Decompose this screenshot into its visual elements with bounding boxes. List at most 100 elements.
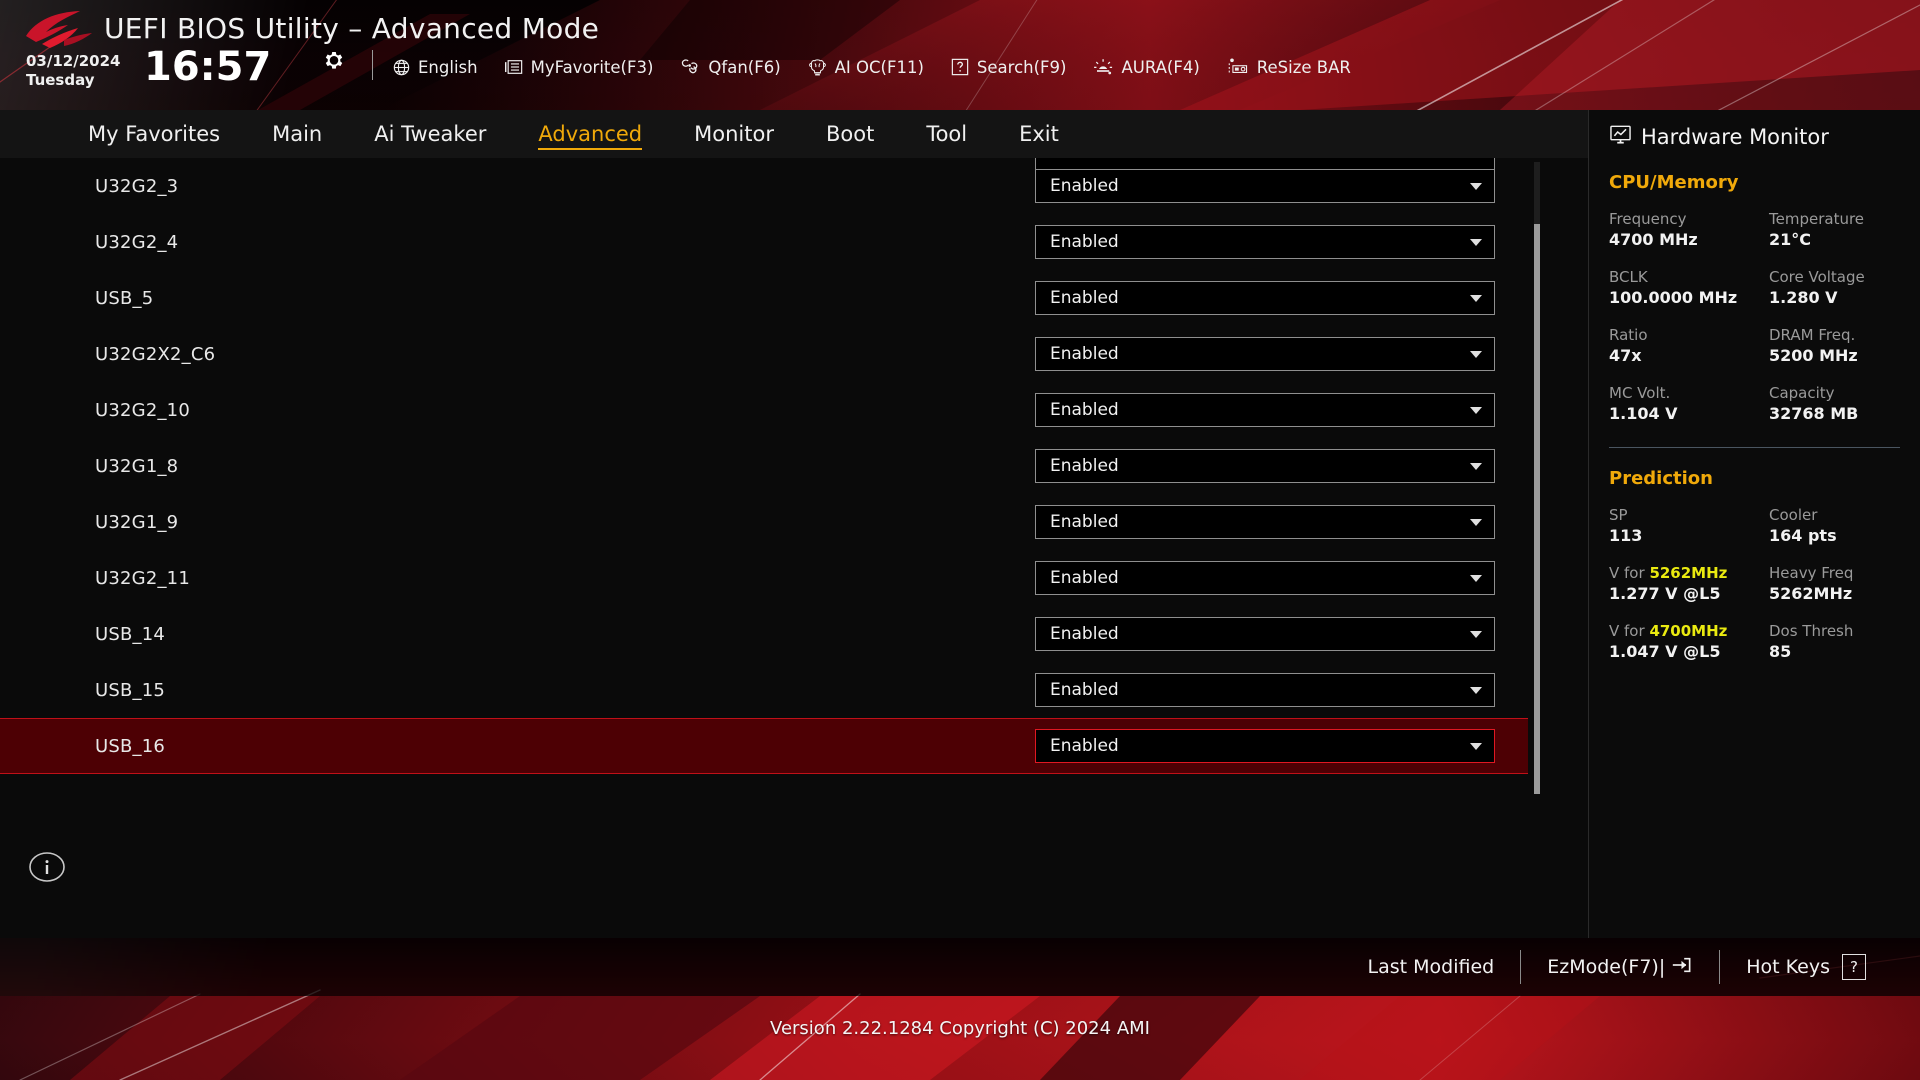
hwm-readout: Cooler 164 pts xyxy=(1769,505,1900,547)
hwm-readout: BCLK 100.0000 MHz xyxy=(1609,267,1769,309)
table-row[interactable]: USB_5 Enabled xyxy=(0,270,1528,326)
question-key-icon: ? xyxy=(1842,954,1866,980)
bios-version: Version 2.22.1284 Copyright (C) 2024 AMI xyxy=(770,1018,1150,1039)
chevron-down-icon[interactable] xyxy=(1470,630,1482,638)
hwm-readout-value: 47x xyxy=(1609,346,1642,365)
qfan-label: Qfan(F6) xyxy=(708,57,781,77)
chevron-down-icon[interactable] xyxy=(1470,350,1482,358)
hwm-readout-label: MC Volt. xyxy=(1609,384,1671,402)
tab-boot[interactable]: Boot xyxy=(800,110,900,158)
ai-oc-button[interactable]: AI OC(F11) xyxy=(807,58,924,77)
header-banner: UEFI BIOS Utility – Advanced Mode 03/12/… xyxy=(0,0,1920,110)
content-scrollbar[interactable] xyxy=(1534,162,1540,794)
header-divider xyxy=(372,50,373,80)
section-divider xyxy=(1609,447,1900,448)
hwm-readout-label: Heavy Freq xyxy=(1769,564,1854,582)
hwm-readout: Dos Thresh 85 xyxy=(1769,621,1900,663)
last-modified-button[interactable]: Last Modified xyxy=(1342,956,1521,978)
row-label: U32G1_9 xyxy=(95,511,179,533)
table-row[interactable]: U32G2_4 Enabled xyxy=(0,214,1528,270)
aura-label: AURA(F4) xyxy=(1121,57,1200,77)
hot-keys-button[interactable]: Hot Keys ? xyxy=(1720,954,1892,980)
search-button[interactable]: Search(F9) xyxy=(950,57,1066,77)
info-icon[interactable] xyxy=(28,848,66,886)
hwm-readout-grid: SP 113 Cooler 164 pts V for 5262MHz 1.277 V @… xyxy=(1609,505,1900,679)
ezmode-button[interactable]: EzMode(F7)| xyxy=(1521,955,1719,980)
system-date: 03/12/2024 Tuesday xyxy=(26,52,120,90)
usb-port-dropdown[interactable]: Enabled xyxy=(1035,505,1495,539)
hwm-readout: Heavy Freq 5262MHz xyxy=(1769,563,1900,605)
hwm-readout-label: Temperature xyxy=(1769,210,1865,228)
hwm-readout-value: 5262MHz xyxy=(1769,584,1853,603)
usb-port-dropdown[interactable]: Enabled xyxy=(1035,281,1495,315)
resize-bar-button[interactable]: ReSize BAR xyxy=(1226,57,1351,77)
dropdown-value: Enabled xyxy=(1050,736,1119,756)
table-row[interactable]: U32G2_10 Enabled xyxy=(0,382,1528,438)
favorites-list-icon xyxy=(504,58,524,76)
usb-port-dropdown[interactable]: Enabled xyxy=(1035,337,1495,371)
row-label: USB_5 xyxy=(95,287,154,309)
hwm-readout: V for 4700MHz 1.047 V @L5 xyxy=(1609,621,1769,663)
hardware-monitor-sections: CPU/Memory Frequency 4700 MHz Temperature 21… xyxy=(1609,172,1900,679)
table-row[interactable]: U32G2_3 Enabled xyxy=(0,158,1528,214)
hardware-monitor-panel: Hardware Monitor CPU/Memory Frequency 4700… xyxy=(1588,110,1920,938)
scrollbar-thumb[interactable] xyxy=(1534,224,1540,794)
arrow-into-box-icon xyxy=(1669,955,1693,980)
tab-ai-tweaker[interactable]: Ai Tweaker xyxy=(348,110,512,158)
row-label: USB_15 xyxy=(95,679,166,701)
table-row[interactable]: U32G2X2_C6 Enabled xyxy=(0,326,1528,382)
hwm-readout-value: 1.047 V @L5 xyxy=(1609,642,1721,661)
tab-main[interactable]: Main xyxy=(246,110,348,158)
hwm-highlight-frequency: 5262MHz xyxy=(1649,564,1728,582)
myfavorite-button[interactable]: MyFavorite(F3) xyxy=(504,57,654,77)
language-button[interactable]: English xyxy=(392,58,478,77)
tab-exit[interactable]: Exit xyxy=(993,110,1085,158)
hwm-highlight-frequency: 4700MHz xyxy=(1649,622,1728,640)
row-label: U32G2X2_C6 xyxy=(95,343,216,365)
dropdown-value: Enabled xyxy=(1050,288,1119,308)
chevron-down-icon[interactable] xyxy=(1470,686,1482,694)
chevron-down-icon[interactable] xyxy=(1470,182,1482,190)
hwm-section-title: CPU/Memory xyxy=(1609,172,1739,193)
table-row[interactable]: U32G2_11 Enabled xyxy=(0,550,1528,606)
usb-port-dropdown[interactable]: Enabled xyxy=(1035,225,1495,259)
table-row[interactable]: USB_16 Enabled xyxy=(0,718,1528,774)
usb-port-dropdown[interactable]: Enabled xyxy=(1035,673,1495,707)
header-toolbar: English MyFavorite(F3) Qfan(F6) AI OC(F1… xyxy=(392,52,1351,82)
chevron-down-icon[interactable] xyxy=(1470,518,1482,526)
usb-port-dropdown[interactable]: Enabled xyxy=(1035,729,1495,763)
table-row[interactable]: U32G1_8 Enabled xyxy=(0,438,1528,494)
chevron-down-icon[interactable] xyxy=(1470,294,1482,302)
usb-port-dropdown[interactable]: Enabled xyxy=(1035,617,1495,651)
row-label: U32G2_11 xyxy=(95,567,190,589)
dropdown-value: Enabled xyxy=(1050,680,1119,700)
table-row[interactable]: USB_14 Enabled xyxy=(0,606,1528,662)
usb-port-dropdown[interactable]: Enabled xyxy=(1035,393,1495,427)
chevron-down-icon[interactable] xyxy=(1470,406,1482,414)
hwm-readout-value: 1.277 V @L5 xyxy=(1609,584,1721,603)
hwm-readout-label: Ratio xyxy=(1609,326,1648,344)
myfavorite-label: MyFavorite(F3) xyxy=(530,57,654,77)
weekday-value: Tuesday xyxy=(26,71,95,89)
tab-my-favorites[interactable]: My Favorites xyxy=(62,110,246,158)
page-title: UEFI BIOS Utility – Advanced Mode xyxy=(104,12,600,45)
tab-advanced[interactable]: Advanced xyxy=(512,110,668,158)
hwm-section-title: Prediction xyxy=(1609,468,1713,489)
aura-button[interactable]: AURA(F4) xyxy=(1092,57,1200,77)
tab-tool[interactable]: Tool xyxy=(900,110,993,158)
hwm-readout-label: Dos Thresh xyxy=(1769,622,1854,640)
table-row[interactable]: USB_15 Enabled xyxy=(0,662,1528,718)
chevron-down-icon[interactable] xyxy=(1470,462,1482,470)
chevron-down-icon[interactable] xyxy=(1470,238,1482,246)
gear-icon[interactable] xyxy=(322,50,346,74)
usb-port-dropdown[interactable]: Enabled xyxy=(1035,561,1495,595)
chevron-down-icon[interactable] xyxy=(1470,574,1482,582)
bios-screen: UEFI BIOS Utility – Advanced Mode 03/12/… xyxy=(0,0,1920,1080)
usb-port-dropdown[interactable]: Enabled xyxy=(1035,449,1495,483)
table-row[interactable]: U32G1_9 Enabled xyxy=(0,494,1528,550)
usb-port-dropdown[interactable]: Enabled xyxy=(1035,169,1495,203)
qfan-button[interactable]: Qfan(F6) xyxy=(679,57,781,77)
hwm-readout-value: 4700 MHz xyxy=(1609,230,1698,249)
chevron-down-icon[interactable] xyxy=(1470,742,1482,750)
tab-monitor[interactable]: Monitor xyxy=(668,110,800,158)
